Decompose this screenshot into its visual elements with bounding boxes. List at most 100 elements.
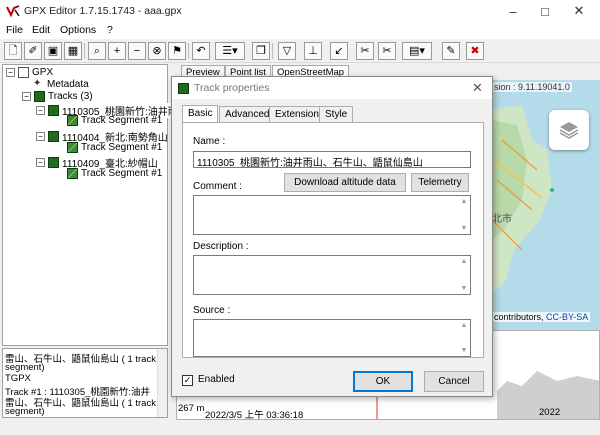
export-icon[interactable]: ▦ [64,42,82,60]
name-label: Name : [193,136,226,147]
collapse-icon[interactable]: − [6,68,15,77]
elevation-y-label: 267 m [178,403,205,414]
draw-icon[interactable]: ✎ [442,42,460,60]
attribution-text: contributors, [494,312,544,322]
gps-device-dropdown-icon[interactable]: ☰▾ [215,42,245,60]
ok-button[interactable]: OK [353,371,413,392]
attribution-link[interactable]: CC-BY-SA [546,312,588,322]
tree-label: Metadata [47,79,89,90]
description-label: Description : [193,241,249,252]
tree-node-gpx[interactable]: − GPX [6,67,53,78]
maximize-button[interactable]: □ [528,0,562,22]
track-properties-dialog: Track properties ✕ Basic Advanced Extens… [171,76,493,397]
metadata-icon: ✦ [33,78,42,89]
flag-icon[interactable]: ⚑ [168,42,186,60]
cut-track-icon[interactable]: ✂ [356,42,374,60]
collapse-icon[interactable]: − [36,106,45,115]
tree-node-segment-1[interactable]: Track Segment #1 [67,115,162,126]
collapse-icon[interactable]: − [36,132,45,141]
info-line: segment) [5,362,45,373]
map-city-label: 北市 [492,214,512,225]
new-file-icon[interactable]: 🗋 [4,42,22,60]
elevation-start-time: 2022/3/5 上午 03:36:18 [205,410,304,420]
elevation-end-time: 2022 [539,407,561,418]
download-altitude-button[interactable]: Download altitude data [284,173,406,192]
tab-basic[interactable]: Basic [182,105,219,123]
comment-field[interactable]: ▲ ▼ [193,195,471,235]
minimize-button[interactable]: – [496,0,530,22]
filter-icon[interactable]: ▽ [278,42,296,60]
layers-icon [559,122,579,139]
description-scrollbar[interactable]: ▲ ▼ [458,256,470,294]
tree-label: Track Segment #1 [81,168,163,179]
tree-label: Tracks (3) [48,91,93,102]
source-field[interactable]: ▲ ▼ [193,319,471,357]
toolbar-separator [84,43,85,59]
tools-dropdown-icon[interactable]: ▤▾ [402,42,432,60]
dialog-title: Track properties [194,82,270,94]
telemetry-button[interactable]: Telemetry [411,173,469,192]
info-line: TGPX [5,373,31,384]
tree-label: Track Segment #1 [81,115,163,126]
tracks-folder-icon [34,91,45,102]
menu-edit[interactable]: Edit [32,24,50,36]
name-field[interactable]: 1110305_桃園新竹:油井雨山、石牛山、鼯鼠仙島山 [193,151,471,168]
basic-tab-panel: Name : 1110305_桃園新竹:油井雨山、石牛山、鼯鼠仙島山 Comme… [182,122,484,358]
toolbar-separator [188,43,189,59]
source-scrollbar[interactable]: ▲ ▼ [458,320,470,356]
info-panel: 雷山、石牛山、鼯鼠仙島山 ( 1 track segment) TGPX Tra… [2,348,168,418]
collapse-icon[interactable]: − [22,92,31,101]
map-attribution: contributors, CC-BY-SA [492,312,591,322]
toolbar-separator [272,43,273,59]
track-segment-icon [67,168,78,179]
track-segment-icon [67,142,78,153]
tree-label: GPX [32,67,54,78]
cut-segment-icon[interactable]: ✂ [378,42,396,60]
track-icon [48,131,59,142]
track-icon [48,105,59,116]
info-scrollbar[interactable] [157,349,167,417]
enabled-label: Enabled [198,374,235,385]
split-icon[interactable]: ⊥ [304,42,322,60]
dialog-title-bar: Track properties ✕ [172,77,492,99]
zoom-in-icon[interactable]: + [108,42,126,60]
enabled-checkbox[interactable]: ✓ [182,375,193,386]
track-icon [48,157,59,168]
zoom-icon[interactable]: ⌕ [88,42,106,60]
close-window-button[interactable]: ✕ [562,0,596,22]
tree-view: − GPX ✦ Metadata − Tracks (3) − 1110305_… [2,64,178,346]
tab-style[interactable]: Style [319,106,354,122]
comment-scrollbar[interactable]: ▲ ▼ [458,196,470,234]
undo-icon[interactable]: ↶ [192,42,210,60]
cancel-button[interactable]: Cancel [424,371,484,392]
tree-node-segment-3[interactable]: Track Segment #1 [67,168,162,179]
menu-options[interactable]: Options [60,24,96,36]
app-logo-icon [6,5,20,18]
source-label: Source : [193,305,231,316]
tree-label: Track Segment #1 [81,142,163,153]
save-file-icon[interactable]: ▣ [44,42,62,60]
menu-file[interactable]: File [6,24,23,36]
zoom-out-icon[interactable]: − [128,42,146,60]
tree-node-segment-2[interactable]: Track Segment #1 [67,142,162,153]
delete-icon[interactable]: ✖ [466,42,484,60]
map-layers-button[interactable] [549,110,589,150]
tab-advanced[interactable]: Advanced [219,106,276,122]
info-line: segment) [5,406,45,417]
collapse-icon[interactable]: − [36,158,45,167]
zoom-reset-icon[interactable]: ⊗ [148,42,166,60]
map-view[interactable]: sion : 9.11.19041.0 北市 contributors, CC-… [492,80,600,330]
menu-help[interactable]: ? [107,24,113,36]
description-field[interactable]: ▲ ▼ [193,255,471,295]
tree-node-metadata[interactable]: ✦ Metadata [33,78,89,91]
copy-icon[interactable]: ❐ [252,42,270,60]
track-segment-icon [67,115,78,126]
open-file-icon[interactable]: ✐ [24,42,42,60]
comment-label: Comment : [193,181,242,192]
merge-icon[interactable]: ↙ [330,42,348,60]
track-icon [178,83,189,94]
window-title: GPX Editor 1.7.15.1743 - aaa.gpx [24,5,182,17]
tree-node-tracks[interactable]: − Tracks (3) [22,91,93,102]
map-version-label: sion : 9.11.19041.0 [492,82,572,92]
dialog-close-icon[interactable]: ✕ [472,80,483,96]
